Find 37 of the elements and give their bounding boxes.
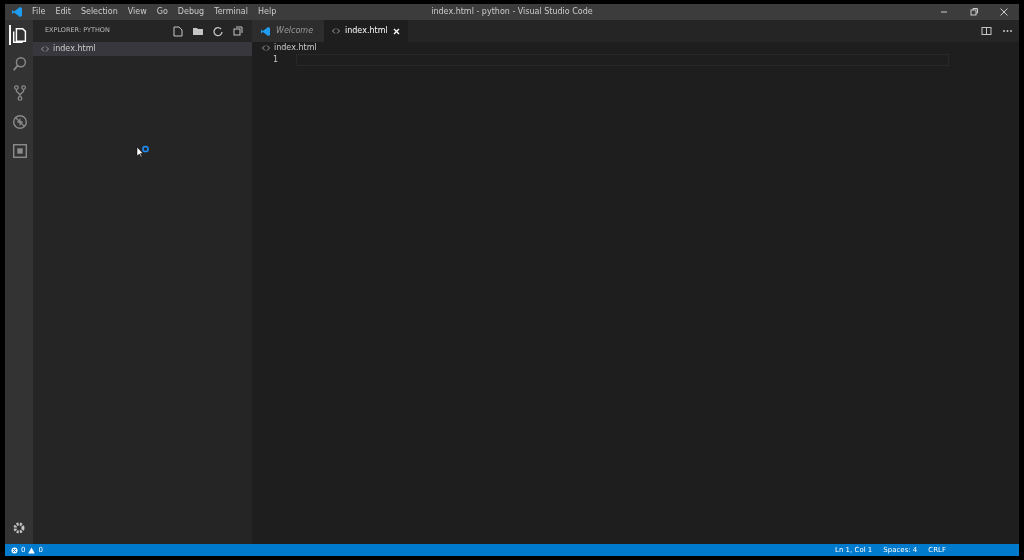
breadcrumb[interactable]: index.html xyxy=(274,42,317,54)
bug-icon xyxy=(11,112,29,132)
branch-icon xyxy=(11,83,29,103)
menu-item[interactable]: Go xyxy=(151,4,173,20)
close-icon[interactable] xyxy=(392,27,400,35)
settings-icon xyxy=(12,521,26,535)
refresh-icon[interactable] xyxy=(212,25,224,37)
menu-item[interactable]: File xyxy=(27,4,51,20)
close-icon xyxy=(999,7,1009,17)
warning-icon[interactable] xyxy=(28,546,36,554)
new-file-icon[interactable] xyxy=(172,25,184,37)
code-icon xyxy=(332,28,340,34)
error-icon[interactable] xyxy=(11,546,18,554)
editor-tab[interactable]: Welcome xyxy=(252,20,324,42)
editor-tab[interactable]: index.html xyxy=(324,20,408,42)
code-icon xyxy=(41,46,49,52)
menu-item[interactable]: Debug xyxy=(172,4,210,20)
extensions-icon xyxy=(11,141,29,161)
menu-item[interactable]: Edit xyxy=(50,4,76,20)
new-folder-icon[interactable] xyxy=(192,25,204,37)
explorer-entry[interactable]: index.html xyxy=(33,42,252,56)
menu-item[interactable]: View xyxy=(122,4,152,20)
menu-item[interactable]: Terminal xyxy=(209,4,253,20)
restore-icon xyxy=(969,7,979,17)
code-icon xyxy=(262,45,270,51)
menu-item[interactable]: Selection xyxy=(75,4,123,20)
vscode-logo-icon xyxy=(260,25,271,37)
menu-item[interactable]: Help xyxy=(252,4,282,20)
line-number: 1 xyxy=(271,54,279,66)
collapse-all-icon[interactable] xyxy=(232,25,244,37)
files-tab[interactable] xyxy=(9,25,29,45)
window-title: index.html - python - Visual Studio Code xyxy=(431,7,593,16)
search-icon xyxy=(11,54,29,74)
busy-cursor-icon xyxy=(136,145,150,159)
files-icon xyxy=(11,25,29,45)
vscode-logo-icon xyxy=(11,6,23,18)
split-editor-icon[interactable] xyxy=(981,26,992,36)
